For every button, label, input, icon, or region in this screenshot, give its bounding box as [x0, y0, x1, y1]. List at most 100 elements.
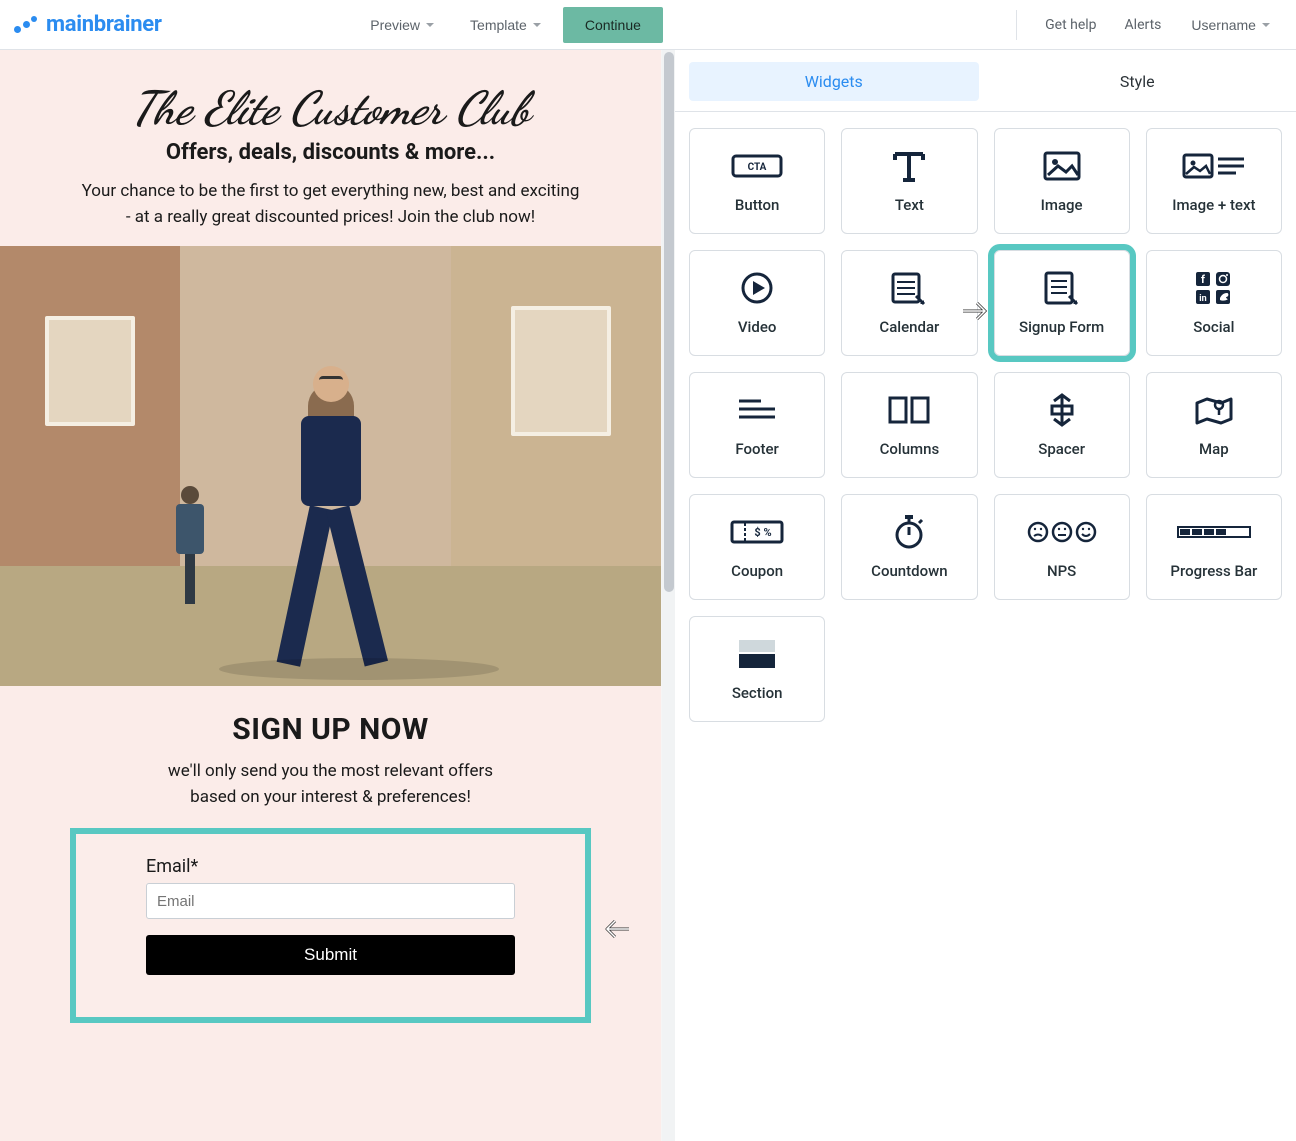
signup-text-line2: based on your interest & preferences!	[190, 787, 471, 807]
chevron-down-icon	[533, 23, 541, 27]
hero-title: The Elite Customer Club	[10, 86, 651, 132]
map-icon	[1193, 387, 1235, 433]
hero-text-line1: Your chance to be the first to get every…	[82, 181, 580, 201]
brand-logo-icon	[12, 13, 40, 37]
image-text-icon	[1182, 143, 1246, 189]
calendar-icon	[890, 265, 928, 311]
panel-tabs: Widgets Style	[675, 50, 1296, 111]
signup-form-widget[interactable]: Email* Submit	[70, 828, 591, 1023]
video-icon	[739, 265, 775, 311]
widget-label: Image + text	[1172, 197, 1255, 214]
widget-label: Map	[1199, 441, 1229, 458]
widget-section[interactable]: Section	[689, 616, 825, 722]
signup-text: we'll only send you the most relevant of…	[111, 759, 551, 810]
right-panel: Widgets Style CTA Button Text I	[675, 50, 1296, 1141]
widget-label: Progress Bar	[1170, 563, 1257, 580]
widget-label: Section	[732, 685, 783, 702]
widget-label: Button	[735, 197, 780, 214]
columns-icon	[886, 387, 932, 433]
widget-button[interactable]: CTA Button	[689, 128, 825, 234]
widget-footer[interactable]: Footer	[689, 372, 825, 478]
signup-title: SIGN UP NOW	[10, 712, 651, 747]
arrow-right-icon	[961, 299, 997, 323]
svg-text:$ %: $ %	[755, 526, 772, 539]
widget-label: Social	[1193, 319, 1234, 336]
widget-label: Coupon	[731, 563, 783, 580]
svg-text:in: in	[1199, 294, 1206, 304]
coupon-icon: $ %	[729, 509, 785, 555]
widget-spacer[interactable]: Spacer	[994, 372, 1130, 478]
nps-faces-icon	[1026, 509, 1098, 555]
widget-label: Spacer	[1038, 441, 1085, 458]
editor-canvas[interactable]: The Elite Customer Club Offers, deals, d…	[0, 50, 661, 1141]
topbar: mainbrainer Preview Template Continue Ge…	[0, 0, 1296, 50]
main: The Elite Customer Club Offers, deals, d…	[0, 50, 1296, 1141]
signup-block: SIGN UP NOW we'll only send you the most…	[0, 686, 661, 1093]
continue-label: Continue	[585, 17, 641, 33]
tab-style[interactable]: Style	[993, 62, 1283, 101]
email-input[interactable]	[146, 883, 515, 919]
username-label: Username	[1191, 17, 1256, 33]
brand-name: mainbrainer	[46, 12, 162, 37]
spacer-icon	[1044, 387, 1080, 433]
arrow-left-icon	[595, 917, 631, 941]
template-dropdown[interactable]: Template	[456, 9, 555, 41]
widget-label: Columns	[880, 441, 940, 458]
widget-image[interactable]: Image	[994, 128, 1130, 234]
form-icon	[1043, 265, 1081, 311]
widget-label: NPS	[1047, 563, 1076, 580]
widget-signup-form[interactable]: Signup Form	[994, 250, 1130, 356]
hero-subtitle: Offers, deals, discounts & more...	[10, 140, 651, 165]
preview-label: Preview	[370, 17, 420, 33]
widget-social[interactable]: f in Social	[1146, 250, 1282, 356]
widget-label: Footer	[735, 441, 778, 458]
widget-label: Calendar	[879, 319, 939, 336]
section-icon	[735, 631, 779, 677]
widget-columns[interactable]: Columns	[841, 372, 977, 478]
submit-button[interactable]: Submit	[146, 935, 515, 975]
widgets-grid: CTA Button Text Image Image	[675, 112, 1296, 738]
cta-button-icon: CTA	[731, 143, 783, 189]
widget-countdown[interactable]: Countdown	[841, 494, 977, 600]
widget-calendar[interactable]: Calendar	[841, 250, 977, 356]
chevron-down-icon	[426, 23, 434, 27]
widget-progress-bar[interactable]: Progress Bar	[1146, 494, 1282, 600]
progress-bar-icon	[1176, 509, 1252, 555]
svg-text:CTA: CTA	[748, 162, 767, 173]
canvas-scrollbar[interactable]	[661, 50, 675, 1141]
continue-button[interactable]: Continue	[563, 7, 663, 43]
widget-nps[interactable]: NPS	[994, 494, 1130, 600]
alerts-link[interactable]: Alerts	[1113, 11, 1174, 39]
widget-label: Video	[738, 319, 777, 336]
widget-label: Image	[1041, 197, 1083, 214]
widget-label: Text	[895, 197, 924, 214]
hero-image	[0, 246, 661, 686]
separator	[1016, 10, 1017, 40]
chevron-down-icon	[1262, 23, 1270, 27]
svg-text:f: f	[1201, 273, 1205, 286]
username-dropdown[interactable]: Username	[1177, 9, 1284, 41]
image-icon	[1042, 143, 1082, 189]
widget-coupon[interactable]: $ % Coupon	[689, 494, 825, 600]
brand-logo[interactable]: mainbrainer	[12, 12, 162, 37]
widget-label: Countdown	[871, 563, 947, 580]
template-label: Template	[470, 17, 527, 33]
hero-block: The Elite Customer Club Offers, deals, d…	[0, 50, 661, 230]
widget-image-text[interactable]: Image + text	[1146, 128, 1282, 234]
widget-label: Signup Form	[1019, 319, 1104, 336]
scrollbar-thumb[interactable]	[664, 52, 674, 592]
get-help-link[interactable]: Get help	[1033, 11, 1108, 39]
widget-map[interactable]: Map	[1146, 372, 1282, 478]
widget-video[interactable]: Video	[689, 250, 825, 356]
preview-dropdown[interactable]: Preview	[356, 9, 448, 41]
social-icon: f in	[1192, 265, 1236, 311]
topbar-center: Preview Template Continue	[356, 7, 663, 43]
hero-text: Your chance to be the first to get every…	[51, 179, 611, 230]
topbar-right: Get help Alerts Username	[1004, 9, 1284, 41]
text-icon	[889, 143, 929, 189]
tab-widgets[interactable]: Widgets	[689, 62, 979, 101]
stopwatch-icon	[892, 509, 926, 555]
signup-text-line1: we'll only send you the most relevant of…	[168, 761, 493, 781]
widget-text[interactable]: Text	[841, 128, 977, 234]
email-label: Email*	[146, 856, 515, 877]
